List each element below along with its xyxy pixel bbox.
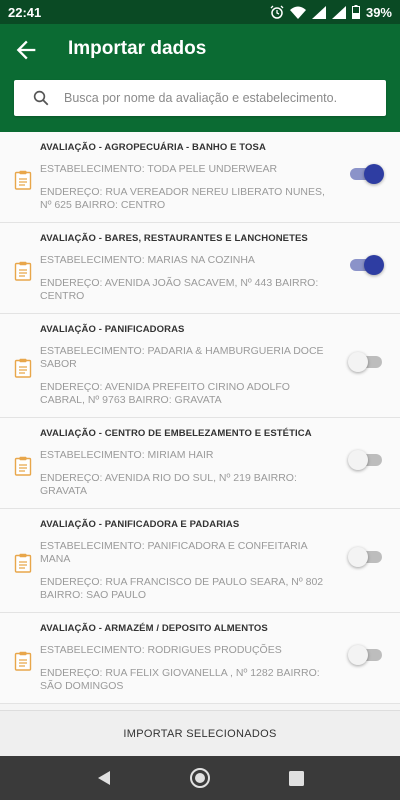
select-toggle[interactable] <box>348 448 384 470</box>
nav-home-icon <box>190 768 210 788</box>
evaluation-list: AVALIAÇÃO - AGROPECUÁRIA - BANHO E TOSA E… <box>0 132 400 710</box>
list-item[interactable]: AVALIAÇÃO - PANIFICADORA E PADARIAS ESTAB… <box>0 509 400 613</box>
search-placeholder: Busca por nome da avaliação e estabeleci… <box>64 91 338 105</box>
toggle-thumb <box>348 450 368 470</box>
establishment-name: ESTABELECIMENTO: MARIAS NA COZINHA <box>40 254 255 266</box>
establishment-address: ENDEREÇO: RUA FRANCISCO DE PAULO SEARA, … <box>40 576 324 601</box>
clipboard-icon <box>14 261 32 281</box>
search-icon <box>33 90 49 106</box>
search-input[interactable]: Busca por nome da avaliação e estabeleci… <box>14 80 386 116</box>
list-item[interactable]: AVALIAÇÃO - AGROPECUÁRIA - BANHO E TOSA E… <box>0 132 400 223</box>
page-title: Importar dados <box>68 38 207 59</box>
system-nav-bar <box>0 756 400 800</box>
toggle-thumb <box>364 255 384 275</box>
alarm-icon <box>270 5 284 19</box>
list-item[interactable]: AVALIAÇÃO - ARMAZÉM / DEPOSITO ALMENTOS E… <box>0 613 400 704</box>
nav-back-icon <box>98 771 110 785</box>
nav-home-button[interactable] <box>186 764 214 792</box>
toggle-thumb <box>364 164 384 184</box>
import-selected-button[interactable]: IMPORTAR SELECIONADOS <box>0 710 400 756</box>
list-item[interactable]: AVALIAÇÃO - CENTRO DE EMBELEZAMENTO E ES… <box>0 418 400 509</box>
signal-icon-2 <box>331 5 346 19</box>
evaluation-title: AVALIAÇÃO - BARES, RESTAURANTES E LANCHO… <box>40 233 308 244</box>
select-toggle[interactable] <box>348 162 384 184</box>
toggle-thumb <box>348 352 368 372</box>
clipboard-icon <box>14 553 32 573</box>
establishment-name: ESTABELECIMENTO: PANIFICADORA E CONFEITA… <box>40 540 308 565</box>
list-item[interactable]: AVALIAÇÃO - BARES, RESTAURANTES E LANCHO… <box>0 223 400 314</box>
select-toggle[interactable] <box>348 253 384 275</box>
establishment-address: ENDEREÇO: AVENIDA PREFEITO CIRINO ADOLFO… <box>40 381 290 406</box>
toggle-thumb <box>348 547 368 567</box>
evaluation-title: AVALIAÇÃO - AGROPECUÁRIA - BANHO E TOSA <box>40 142 266 153</box>
establishment-name: ESTABELECIMENTO: TODA PELE UNDERWEAR <box>40 163 278 175</box>
clipboard-icon <box>14 456 32 476</box>
list-item[interactable]: AVALIAÇÃO - PANIFICADORAS ESTABELECIMENTO… <box>0 314 400 418</box>
establishment-address: ENDEREÇO: RUA FELIX GIOVANELLA , Nº 1282… <box>40 667 320 692</box>
battery-level: 39% <box>365 4 392 20</box>
establishment-address: ENDEREÇO: AVENIDA RIO DO SUL, Nº 219 BAI… <box>40 472 297 497</box>
app-bar: Importar dados Busca por nome da avaliaç… <box>0 24 400 132</box>
establishment-address: ENDEREÇO: RUA VEREADOR NEREU LIBERATO NU… <box>40 186 325 211</box>
wifi-icon <box>289 6 306 19</box>
establishment-name: ESTABELECIMENTO: MIRIAM HAIR <box>40 449 214 461</box>
nav-recents-button[interactable] <box>282 764 310 792</box>
establishment-address: ENDEREÇO: AVENIDA JOÃO SACAVEM, Nº 443 B… <box>40 277 319 302</box>
clipboard-icon <box>14 358 32 378</box>
evaluation-title: AVALIAÇÃO - CENTRO DE EMBELEZAMENTO E ES… <box>40 428 312 439</box>
establishment-name: ESTABELECIMENTO: RODRIGUES PRODUÇÕES <box>40 644 282 656</box>
select-toggle[interactable] <box>348 643 384 665</box>
clipboard-icon <box>14 170 32 190</box>
evaluation-title: AVALIAÇÃO - ARMAZÉM / DEPOSITO ALMENTOS <box>40 623 268 634</box>
nav-recents-icon <box>288 770 304 786</box>
evaluation-title: AVALIAÇÃO - PANIFICADORAS <box>40 324 185 335</box>
clipboard-icon <box>14 651 32 671</box>
signal-icon <box>311 5 326 19</box>
evaluation-title: AVALIAÇÃO - PANIFICADORA E PADARIAS <box>40 519 240 530</box>
back-arrow-icon[interactable] <box>12 36 40 64</box>
toggle-thumb <box>348 645 368 665</box>
select-toggle[interactable] <box>348 350 384 372</box>
status-time: 22:41 <box>8 4 42 20</box>
status-bar: 22:41 39% <box>0 0 400 24</box>
nav-back-button[interactable] <box>90 764 118 792</box>
select-toggle[interactable] <box>348 545 384 567</box>
establishment-name: ESTABELECIMENTO: PADARIA & HAMBURGUERIA … <box>40 345 324 370</box>
battery-icon <box>351 5 360 19</box>
